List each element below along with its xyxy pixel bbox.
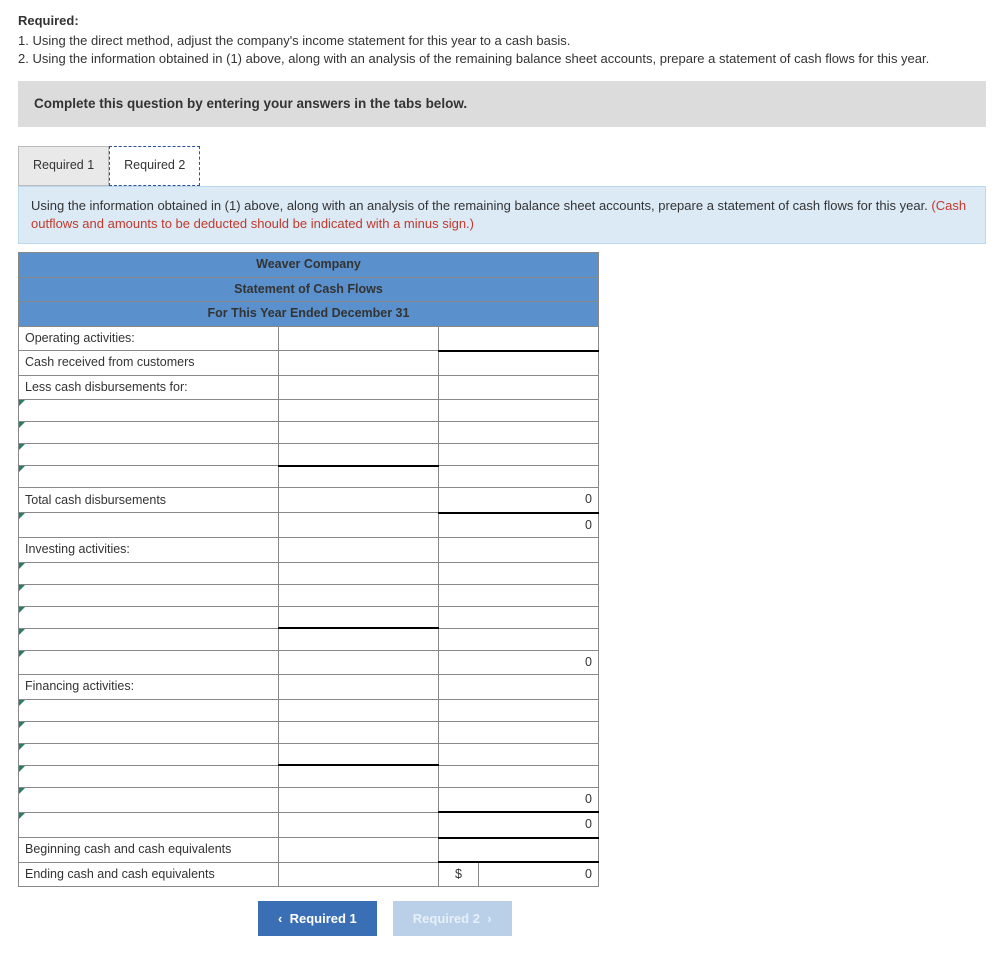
cell-input[interactable] <box>279 513 439 538</box>
row-financing-activities: Financing activities: <box>19 675 279 700</box>
tab-required-1[interactable]: Required 1 <box>18 146 109 186</box>
cell-input[interactable] <box>439 375 599 400</box>
next-label: Required 2 <box>413 911 480 926</box>
dropdown-cell[interactable] <box>19 743 279 765</box>
table-header-period: For This Year Ended December 31 <box>19 302 599 327</box>
cell-value[interactable]: 0 <box>439 787 599 812</box>
next-button[interactable]: Required 2 › <box>393 901 512 936</box>
table-header-title: Statement of Cash Flows <box>19 277 599 302</box>
dropdown-cell[interactable] <box>19 606 279 628</box>
cell-input[interactable] <box>439 675 599 700</box>
cell-input[interactable] <box>279 721 439 743</box>
cash-flow-table: Weaver Company Statement of Cash Flows F… <box>18 252 599 887</box>
cell-value[interactable]: 0 <box>439 513 599 538</box>
required-heading: Required: <box>18 12 986 30</box>
cell-value[interactable]: 0 <box>439 812 599 838</box>
chevron-left-icon: ‹ <box>278 911 282 926</box>
cell-input[interactable] <box>279 488 439 513</box>
cell-input[interactable] <box>279 375 439 400</box>
row-beginning-cash: Beginning cash and cash equivalents <box>19 838 279 863</box>
cell-input[interactable] <box>279 650 439 675</box>
cell-input[interactable] <box>439 422 599 444</box>
instruction-bar: Complete this question by entering your … <box>18 81 986 128</box>
dropdown-cell[interactable] <box>19 699 279 721</box>
nav-buttons: ‹ Required 1 Required 2 › <box>258 901 986 936</box>
cell-value[interactable]: 0 <box>439 488 599 513</box>
dropdown-cell[interactable] <box>19 721 279 743</box>
cell-input[interactable] <box>439 562 599 584</box>
ending-value: 0 <box>479 863 598 886</box>
cell-input[interactable] <box>439 743 599 765</box>
dropdown-cell[interactable] <box>19 562 279 584</box>
dropdown-cell[interactable] <box>19 513 279 538</box>
cell-input[interactable] <box>279 606 439 628</box>
dropdown-cell[interactable] <box>19 466 279 488</box>
currency-symbol: $ <box>439 863 479 886</box>
tab-strip: Required 1 Required 2 <box>18 145 986 186</box>
cell-input[interactable] <box>439 628 599 650</box>
cell-input[interactable] <box>439 765 599 787</box>
cell-input[interactable] <box>279 400 439 422</box>
cell-input[interactable] <box>279 862 439 887</box>
cell-input[interactable] <box>279 351 439 376</box>
cell-input[interactable] <box>439 466 599 488</box>
dropdown-cell[interactable] <box>19 584 279 606</box>
cell-input[interactable] <box>279 326 439 351</box>
dropdown-cell[interactable] <box>19 812 279 838</box>
cell-input[interactable] <box>279 584 439 606</box>
prev-label: Required 1 <box>290 911 357 926</box>
dropdown-cell[interactable] <box>19 628 279 650</box>
cell-input[interactable] <box>279 765 439 787</box>
cell-input[interactable] <box>279 628 439 650</box>
row-investing-activities: Investing activities: <box>19 538 279 563</box>
required-item-2: 2. Using the information obtained in (1)… <box>18 50 986 68</box>
cell-input[interactable] <box>279 422 439 444</box>
cell-input[interactable] <box>279 466 439 488</box>
dropdown-cell[interactable] <box>19 650 279 675</box>
cell-input[interactable] <box>439 538 599 563</box>
cell-input[interactable] <box>279 838 439 863</box>
cell-input[interactable] <box>439 444 599 466</box>
instructions-main: Using the information obtained in (1) ab… <box>31 198 931 213</box>
tab-instructions: Using the information obtained in (1) ab… <box>18 186 986 244</box>
dropdown-cell[interactable] <box>19 787 279 812</box>
cell-input[interactable] <box>279 675 439 700</box>
row-cash-received: Cash received from customers <box>19 351 279 376</box>
cell-value[interactable]: 0 <box>439 650 599 675</box>
cell-input[interactable] <box>439 400 599 422</box>
row-less-disbursements: Less cash disbursements for: <box>19 375 279 400</box>
dropdown-cell[interactable] <box>19 444 279 466</box>
cell-input[interactable] <box>439 699 599 721</box>
chevron-right-icon: › <box>487 911 491 926</box>
prev-button[interactable]: ‹ Required 1 <box>258 901 377 936</box>
cell-input[interactable] <box>279 562 439 584</box>
cell-input[interactable] <box>279 444 439 466</box>
cell-input[interactable] <box>279 812 439 838</box>
cell-input[interactable] <box>439 326 599 351</box>
tab-required-2[interactable]: Required 2 <box>109 146 200 186</box>
cell-input[interactable] <box>279 538 439 563</box>
cell-input[interactable] <box>439 838 599 863</box>
cell-input[interactable] <box>439 351 599 376</box>
required-item-1: 1. Using the direct method, adjust the c… <box>18 32 986 50</box>
dropdown-cell[interactable] <box>19 765 279 787</box>
cell-input[interactable] <box>439 606 599 628</box>
dropdown-cell[interactable] <box>19 400 279 422</box>
cell-input[interactable] <box>279 743 439 765</box>
row-operating-activities: Operating activities: <box>19 326 279 351</box>
dropdown-cell[interactable] <box>19 422 279 444</box>
cell-input[interactable] <box>439 584 599 606</box>
cell-input[interactable] <box>279 787 439 812</box>
cell-ending-total[interactable]: $ 0 <box>439 862 599 887</box>
row-ending-cash: Ending cash and cash equivalents <box>19 862 279 887</box>
cell-input[interactable] <box>439 721 599 743</box>
row-total-disbursements: Total cash disbursements <box>19 488 279 513</box>
table-header-company: Weaver Company <box>19 253 599 278</box>
cell-input[interactable] <box>279 699 439 721</box>
